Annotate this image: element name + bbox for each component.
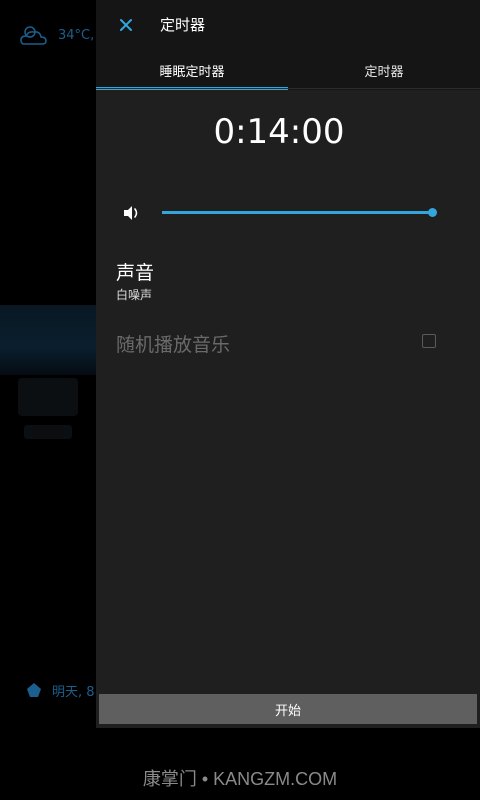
sound-title: 声音: [116, 262, 155, 284]
weather-widget: 34°C,: [18, 22, 94, 48]
next-alarm: 明天, 8:: [24, 680, 99, 700]
shuffle-checkbox[interactable]: [422, 334, 436, 348]
tab-timer[interactable]: 定时器: [288, 50, 480, 90]
alarm-icon: [27, 683, 41, 697]
close-icon: [120, 19, 132, 31]
background-shape: [24, 425, 72, 439]
timer-panel: 定时器 睡眠定时器 定时器 0:14:00 声音 白噪声 随机播放音乐 开始: [96, 0, 480, 728]
volume-icon[interactable]: [122, 203, 142, 223]
tab-bar: 睡眠定时器 定时器: [96, 50, 480, 90]
start-button[interactable]: 开始: [99, 694, 477, 724]
background-shape: [18, 378, 78, 416]
cloud-sun-icon: [20, 26, 47, 45]
sound-value: 白噪声: [116, 288, 153, 302]
slider-thumb[interactable]: [428, 208, 437, 217]
timer-display[interactable]: 0:14:00: [96, 112, 462, 152]
shuffle-label: 随机播放音乐: [116, 334, 231, 356]
title-bar: 定时器: [96, 0, 480, 50]
close-button[interactable]: [114, 13, 138, 37]
tab-sleep-timer[interactable]: 睡眠定时器: [96, 50, 288, 90]
alarm-text: 明天, 8:: [52, 684, 99, 700]
weather-temp: 34°C,: [58, 27, 95, 43]
background-band: [0, 305, 100, 375]
shuffle-setting: 随机播放音乐: [96, 322, 480, 362]
volume-slider[interactable]: [162, 202, 437, 224]
tab-divider: [96, 88, 480, 89]
slider-fill: [162, 211, 432, 214]
watermark: 康掌门 • KANGZM.COM: [142, 769, 338, 789]
page-title: 定时器: [160, 16, 206, 34]
sound-setting[interactable]: 声音 白噪声: [96, 252, 480, 308]
